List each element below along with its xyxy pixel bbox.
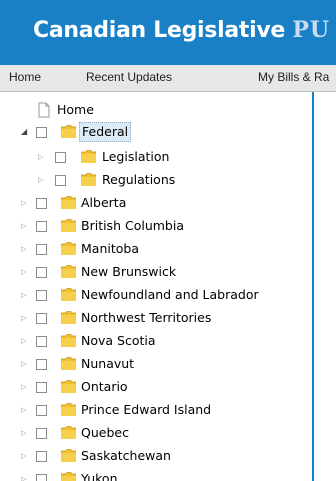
folder-icon [61,426,76,439]
tree-checkbox[interactable] [36,359,47,370]
tree-item-province[interactable]: ▷ Quebec [0,423,300,443]
tree-item-label[interactable]: Legislation [100,147,171,167]
tree-checkbox[interactable] [36,428,47,439]
folder-icon [61,288,76,301]
expand-triangle-icon[interactable]: ▷ [21,377,31,397]
tree-item-label[interactable]: Northwest Territories [79,308,213,328]
expand-triangle-icon[interactable]: ▷ [21,308,31,328]
tree-item-province[interactable]: ▷ Newfoundland and Labrador [0,285,300,305]
tree-checkbox[interactable] [36,405,47,416]
tree-item-home[interactable]: Home [0,100,300,120]
top-nav: Home Recent Updates My Bills & Ra [0,65,336,92]
site-title-accent: PU [292,17,331,43]
nav-home[interactable]: Home [9,70,41,84]
nav-my-bills[interactable]: My Bills & Ra [258,70,329,84]
tree-item-label[interactable]: Home [55,100,96,120]
tree-checkbox[interactable] [55,175,66,186]
tree-checkbox[interactable] [36,127,47,138]
tree-checkbox[interactable] [36,313,47,324]
folder-icon [61,265,76,278]
folder-icon [61,311,76,324]
tree-item-label[interactable]: Regulations [100,170,177,190]
tree-item-regulations[interactable]: ▷ Regulations [0,170,300,190]
folder-icon [81,173,96,186]
expand-triangle-icon[interactable]: ▷ [38,170,48,190]
tree-item-province[interactable]: ▷ Ontario [0,377,300,397]
tree-item-province[interactable]: ▷ Nunavut [0,354,300,374]
tree-checkbox[interactable] [36,336,47,347]
collapse-triangle-icon[interactable]: ◢ [21,122,31,142]
tree-item-label[interactable]: Quebec [79,423,131,443]
expand-triangle-icon[interactable]: ▷ [21,331,31,351]
tree-checkbox[interactable] [55,152,66,163]
header-banner: Canadian Legislative PU [0,0,336,65]
tree-item-label[interactable]: Newfoundland and Labrador [79,285,261,305]
site-title[interactable]: Canadian Legislative PU [33,17,330,43]
tree-item-province[interactable]: ▷ Manitoba [0,239,300,259]
tree-item-label[interactable]: Alberta [79,193,128,213]
folder-icon [61,125,76,138]
site-title-main: Canadian Legislative [33,18,285,43]
tree-item-label[interactable]: Nova Scotia [79,331,158,351]
tree-item-province[interactable]: ▷ Northwest Territories [0,308,300,328]
nav-recent-updates[interactable]: Recent Updates [86,70,172,84]
expand-triangle-icon[interactable]: ▷ [21,285,31,305]
tree-item-province[interactable]: ▷ Saskatchewan [0,446,300,466]
tree-checkbox[interactable] [36,198,47,209]
expand-triangle-icon[interactable]: ▷ [21,216,31,236]
folder-icon [61,380,76,393]
tree-checkbox[interactable] [36,474,47,481]
folder-icon [61,449,76,462]
expand-triangle-icon[interactable]: ▷ [21,262,31,282]
tree-checkbox[interactable] [36,451,47,462]
folder-icon [61,196,76,209]
content-divider [312,92,314,481]
expand-triangle-icon[interactable]: ▷ [21,193,31,213]
expand-triangle-icon[interactable]: ▷ [21,446,31,466]
folder-icon [61,403,76,416]
expand-triangle-icon[interactable]: ▷ [21,423,31,443]
folder-icon [61,242,76,255]
expand-triangle-icon[interactable]: ▷ [21,469,31,481]
tree-item-federal[interactable]: ◢ Federal [0,122,300,142]
tree-item-province[interactable]: ▷ Yukon [0,469,300,481]
tree-item-label[interactable]: British Columbia [79,216,186,236]
tree-checkbox[interactable] [36,221,47,232]
expand-triangle-icon[interactable]: ▷ [38,147,48,167]
tree-item-label[interactable]: Prince Edward Island [79,400,213,420]
tree-item-province[interactable]: ▷ British Columbia [0,216,300,236]
expand-triangle-icon[interactable]: ▷ [21,354,31,374]
folder-icon [61,472,76,481]
tree-item-province[interactable]: ▷ Prince Edward Island [0,400,300,420]
tree-item-label[interactable]: New Brunswick [79,262,178,282]
tree-item-label[interactable]: Ontario [79,377,130,397]
expand-triangle-icon[interactable]: ▷ [21,400,31,420]
tree-item-label[interactable]: Nunavut [79,354,136,374]
tree-item-legislation[interactable]: ▷ Legislation [0,147,300,167]
tree-item-label[interactable]: Manitoba [79,239,141,259]
tree-item-province[interactable]: ▷ Nova Scotia [0,331,300,351]
folder-icon [61,219,76,232]
folder-icon [61,357,76,370]
folder-icon [61,334,76,347]
document-icon [38,102,50,118]
folder-icon [81,150,96,163]
tree-item-label[interactable]: Saskatchewan [79,446,173,466]
tree-item-province[interactable]: ▷ Alberta [0,193,300,213]
tree-item-label[interactable]: Yukon [79,469,120,481]
tree-checkbox[interactable] [36,382,47,393]
tree-item-label[interactable]: Federal [79,122,132,142]
tree-item-province[interactable]: ▷ New Brunswick [0,262,300,282]
tree-checkbox[interactable] [36,290,47,301]
tree-checkbox[interactable] [36,267,47,278]
tree-checkbox[interactable] [36,244,47,255]
expand-triangle-icon[interactable]: ▷ [21,239,31,259]
legislation-tree: Home ◢ Federal ▷ Legislation ▷ Regulatio… [0,92,312,481]
